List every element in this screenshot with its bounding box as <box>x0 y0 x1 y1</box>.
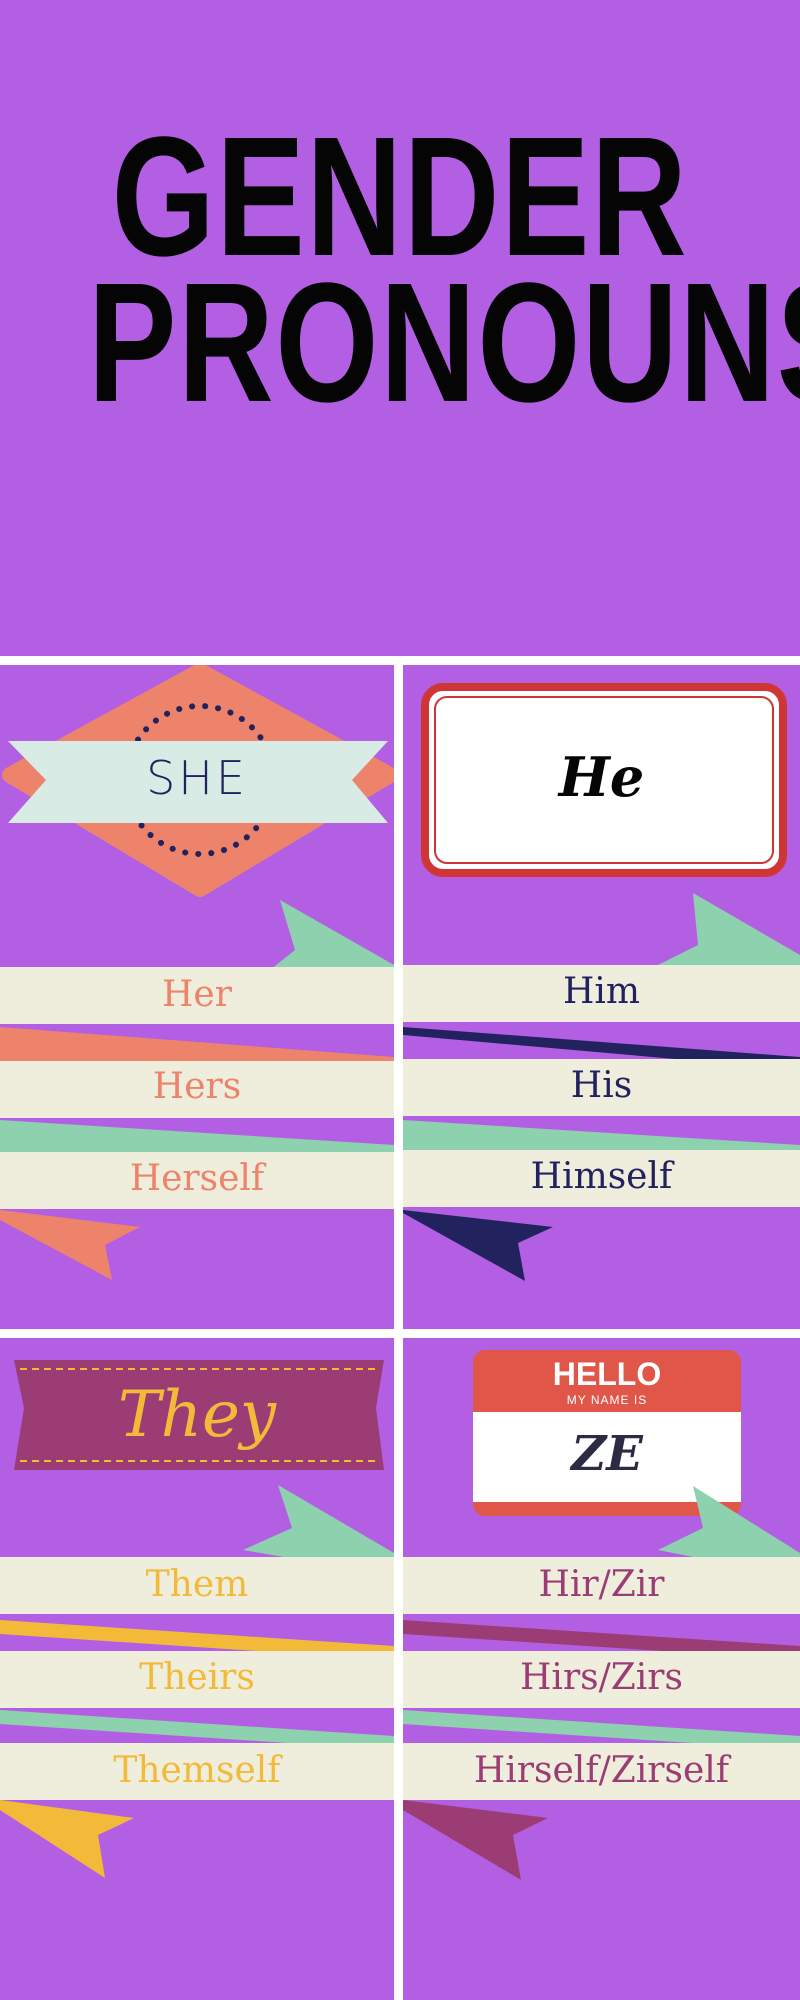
she-word-hers: Hers <box>152 1066 242 1107</box>
hello-label: HELLO <box>552 1356 662 1392</box>
title-line-2: PRONOUNS <box>88 248 800 438</box>
she-word-herself: Herself <box>129 1158 265 1199</box>
they-heading: They <box>118 1378 276 1452</box>
plum-tail-icon <box>403 1800 548 1880</box>
ze-heading: ZE <box>571 1426 643 1482</box>
he-word-his: His <box>570 1065 633 1106</box>
panel-she: SHE Her Hers Herself <box>0 665 394 1329</box>
yellow-tail-icon <box>0 1800 134 1878</box>
panel-ze: HELLO MY NAME IS ZE Hir/Zir Hirs/Zirs Hi… <box>403 1338 800 2000</box>
ze-word-hir-zir: Hir/Zir <box>538 1564 665 1605</box>
mint-streamer <box>658 893 800 975</box>
they-word-themself: Themself <box>113 1750 281 1791</box>
she-heading: SHE <box>146 751 248 805</box>
panel-they: They Them Theirs Themself <box>0 1338 394 2000</box>
they-word-them: Them <box>145 1564 249 1605</box>
ze-word-hirself-zirself: Hirself/Zirself <box>473 1750 730 1791</box>
divider-vertical <box>394 656 403 2000</box>
panel-he: He Him His Himself <box>403 665 800 1329</box>
he-heading: He <box>558 745 645 809</box>
ze-word-hirs-zirs: Hirs/Zirs <box>520 1657 683 1698</box>
coral-tail-icon <box>0 1210 140 1280</box>
navy-tail-icon <box>403 1210 553 1281</box>
title-block: GENDER PRONOUNS <box>0 0 800 656</box>
infographic: GENDER PRONOUNS SHE Her Hers Herself He … <box>0 0 800 2000</box>
my-name-is-label: MY NAME IS <box>566 1393 648 1407</box>
he-word-himself: Himself <box>530 1156 673 1197</box>
they-word-theirs: Theirs <box>139 1657 255 1698</box>
he-word-him: Him <box>562 971 641 1012</box>
she-word-her: Her <box>162 974 232 1015</box>
